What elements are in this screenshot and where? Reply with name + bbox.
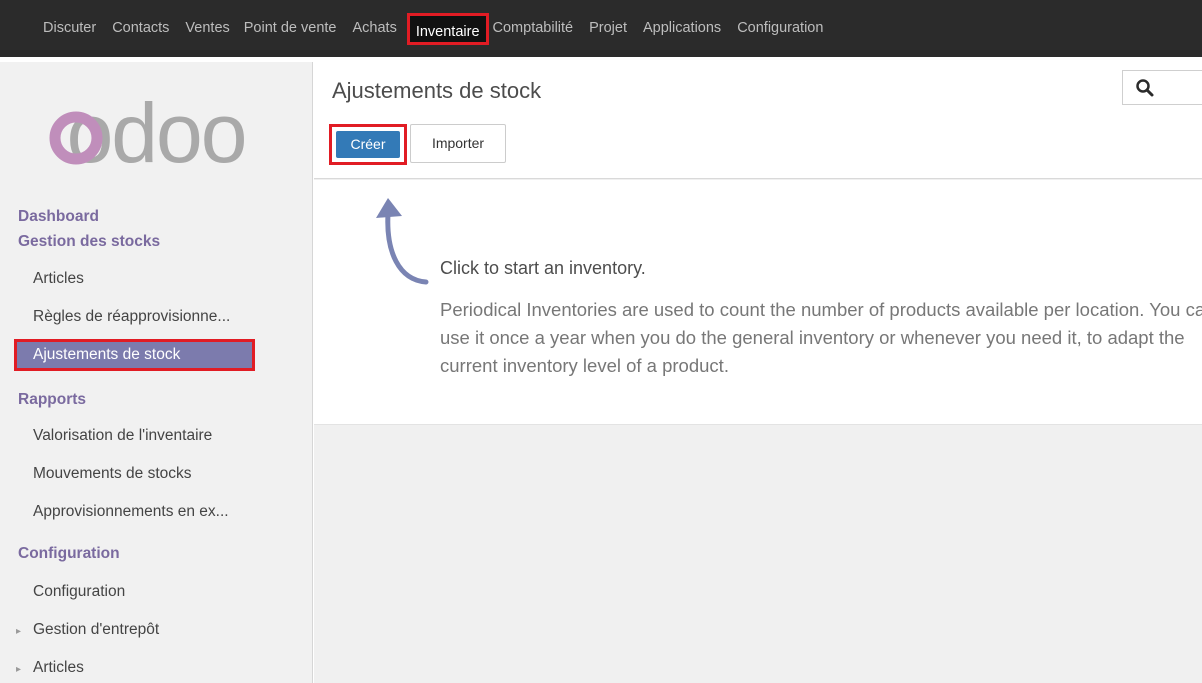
- top-navbar-menu: Discuter Contacts Ventes Point de vente …: [0, 0, 1202, 57]
- curved-arrow-icon: [376, 198, 429, 285]
- create-button[interactable]: Créer: [336, 131, 400, 158]
- topnav-item-ventes[interactable]: Ventes: [177, 0, 237, 57]
- sidebar-item-warehouse-mgmt[interactable]: Gestion d'entrepôt: [33, 621, 159, 639]
- page-title: Ajustements de stock: [332, 78, 542, 103]
- sidebar-section-stock-management: Gestion des stocks: [18, 233, 161, 250]
- help-text: Periodical Inventories are used to count…: [440, 299, 1202, 376]
- topnav-item-applications[interactable]: Applications: [635, 0, 729, 57]
- search-input[interactable]: [1122, 70, 1202, 105]
- topnav-item-point-de-vente[interactable]: Point de vente: [238, 0, 345, 57]
- help-panel: Click to start an inventory. Periodical …: [314, 180, 1202, 425]
- sidebar-item-articles-sub[interactable]: Articles: [33, 659, 84, 677]
- sidebar-section-dashboard[interactable]: Dashboard: [18, 208, 99, 226]
- search-icon[interactable]: [1135, 78, 1155, 98]
- odoo-logo[interactable]: odoo: [36, 80, 276, 180]
- topnav-item-inventaire[interactable]: Inventaire: [406, 12, 489, 45]
- main-content: Ajustements de stock Créer Importer Clic…: [314, 62, 1202, 683]
- import-button[interactable]: Importer: [410, 124, 506, 163]
- caret-right-icon[interactable]: ▸: [16, 626, 21, 637]
- sidebar-item-procurements[interactable]: Approvisionnements en ex...: [33, 503, 229, 521]
- caret-right-icon[interactable]: ▸: [16, 664, 21, 675]
- sidebar-item-stock-adjustments[interactable]: Ajustements de stock: [14, 339, 255, 371]
- sidebar: odoo Dashboard Gestion des stocks Articl…: [0, 62, 313, 683]
- help-title: Click to start an inventory.: [440, 258, 646, 278]
- top-navbar: Discuter Contacts Ventes Point de vente …: [0, 0, 1202, 62]
- topnav-item-discuter[interactable]: Discuter: [35, 0, 104, 57]
- control-panel: Ajustements de stock Créer Importer: [314, 62, 1202, 179]
- sidebar-section-configuration: Configuration: [18, 545, 120, 562]
- sidebar-item-stock-moves[interactable]: Mouvements de stocks: [33, 465, 192, 483]
- topnav-item-comptabilite[interactable]: Comptabilité: [491, 0, 582, 57]
- topnav-item-projet[interactable]: Projet: [581, 0, 635, 57]
- sidebar-item-articles[interactable]: Articles: [33, 270, 84, 288]
- sidebar-item-inventory-valuation[interactable]: Valorisation de l'inventaire: [33, 427, 212, 445]
- sidebar-item-reorder-rules[interactable]: Règles de réapprovisionne...: [33, 308, 230, 326]
- sidebar-section-reports: Rapports: [18, 391, 87, 408]
- topnav-item-contacts[interactable]: Contacts: [104, 0, 177, 57]
- topnav-item-configuration[interactable]: Configuration: [729, 0, 831, 57]
- topnav-item-achats[interactable]: Achats: [344, 0, 404, 57]
- sidebar-item-configuration[interactable]: Configuration: [33, 583, 125, 601]
- create-button-highlight: Créer: [329, 124, 407, 165]
